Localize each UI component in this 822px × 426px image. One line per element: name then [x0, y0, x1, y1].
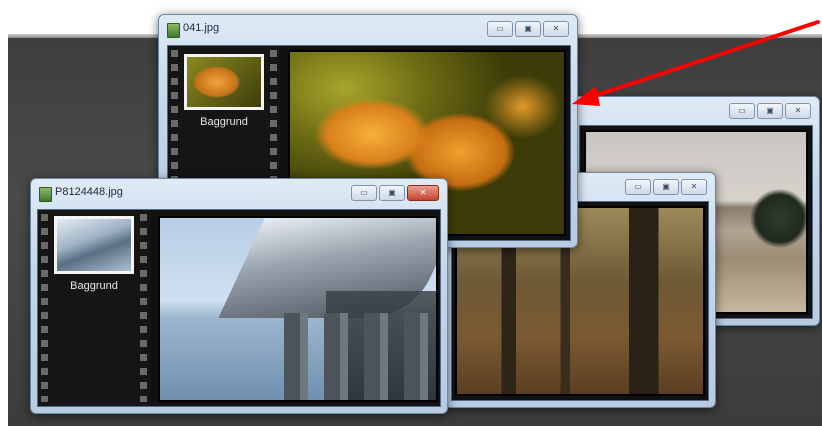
arrow-head [572, 86, 600, 106]
arrow-shaft [586, 20, 820, 100]
annotation-arrow [572, 20, 820, 106]
